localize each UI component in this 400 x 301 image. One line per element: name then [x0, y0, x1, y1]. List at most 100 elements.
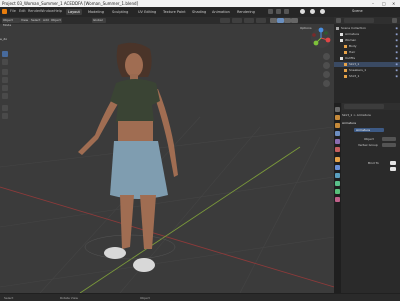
collection-icon	[340, 39, 343, 42]
armature-name-field[interactable]: Armature	[354, 128, 384, 132]
outliner-row-label: Skirt_1	[349, 62, 360, 66]
outliner-row-label: Armature	[345, 32, 360, 36]
tab-uv-editing[interactable]: UV Editing	[136, 9, 158, 15]
visibility-eye-icon[interactable]: ◉	[395, 32, 398, 37]
tab-modeling[interactable]: Modeling	[86, 9, 106, 15]
visibility-eye-icon[interactable]: ◉	[395, 26, 398, 31]
prop-object-label: Object	[364, 137, 374, 141]
outliner-row-label: Hair	[349, 50, 356, 54]
status-middle-hint: Rotate View	[60, 295, 78, 300]
tab-sculpting[interactable]: Sculpting	[110, 9, 130, 15]
world-props-icon[interactable]	[335, 147, 340, 152]
outliner-row[interactable]: Body ◉	[334, 44, 400, 49]
prop-bind-to-label: Bind To	[368, 161, 379, 165]
output-props-icon[interactable]	[335, 123, 340, 128]
collection-icon	[336, 27, 339, 30]
render-icon[interactable]	[310, 9, 315, 14]
visibility-eye-icon[interactable]: ◉	[395, 56, 398, 61]
visibility-eye-icon[interactable]: ◉	[395, 50, 398, 55]
menu-render[interactable]: Render	[28, 9, 40, 13]
outliner-row-label: Woman	[345, 38, 357, 42]
filter-icon[interactable]	[392, 18, 397, 23]
object-props-icon[interactable]	[335, 157, 340, 162]
3d-viewport[interactable]: Object Mode View Select Add Object Globa…	[0, 17, 334, 293]
collection-icon	[344, 45, 347, 48]
outliner-row[interactable]: Armature ◉	[334, 32, 400, 37]
tab-rendering[interactable]: Rendering	[235, 9, 257, 15]
properties-header	[342, 103, 400, 110]
data-props-icon[interactable]	[335, 189, 340, 194]
menu-help[interactable]: Help	[54, 9, 62, 13]
prop-vertex-group-label: Vertex Group	[358, 143, 378, 147]
outliner-search-input[interactable]	[344, 18, 374, 23]
visibility-eye-icon[interactable]: ◉	[395, 62, 398, 67]
armature-name-text: Armature	[356, 128, 371, 132]
properties-breadcrumb: Skirt_1 > Armature	[342, 113, 371, 117]
collection-icon	[344, 75, 347, 78]
minimize-button[interactable]: –	[372, 1, 374, 6]
maximize-button[interactable]: □	[382, 1, 386, 6]
outliner-row[interactable]: Woman ◉	[334, 38, 400, 43]
tool-props-icon[interactable]	[335, 107, 340, 112]
collection-icon	[344, 51, 347, 54]
outliner-display-icon[interactable]	[336, 18, 341, 23]
blender-logo-icon[interactable]	[2, 9, 7, 14]
properties-panel: Skirt_1 > Armature Armature Armature Obj…	[334, 103, 400, 293]
scene-canvas	[0, 42, 334, 293]
outliner-header	[334, 17, 400, 24]
outliner-row[interactable]: Scene Collection ◉	[334, 26, 400, 31]
menu-bar: File Edit Render Window Help Layout Mode…	[0, 7, 400, 17]
visibility-eye-icon[interactable]: ◉	[395, 68, 398, 73]
collection-icon	[340, 57, 343, 60]
workspace-add-icon[interactable]	[268, 9, 273, 14]
bind-to-checkbox[interactable]	[390, 161, 396, 165]
material-props-icon[interactable]	[335, 197, 340, 202]
tab-texture-paint[interactable]: Texture Paint	[161, 9, 188, 15]
collection-icon	[340, 33, 343, 36]
render-props-icon[interactable]	[335, 115, 340, 120]
collection-icon	[344, 63, 347, 66]
outliner-row[interactable]: Sneakers_1 ◉	[334, 68, 400, 73]
physics-props-icon[interactable]	[335, 173, 340, 178]
workspace-menu-icon[interactable]	[276, 9, 281, 14]
menu-window[interactable]: Window	[40, 9, 54, 13]
scene-selector[interactable]: Scene	[352, 9, 363, 13]
outliner-row[interactable]: Shirt_1 ◉	[334, 74, 400, 79]
view-layer-icon[interactable]	[300, 9, 305, 14]
properties-tab-bar	[334, 103, 341, 293]
collection-icon	[344, 69, 347, 72]
outliner-row[interactable]: Skirt_1 ◉	[334, 62, 400, 67]
status-left-hint: Select	[4, 295, 14, 300]
prop-object-field[interactable]	[382, 137, 396, 141]
outliner-row[interactable]: Outfits ◉	[334, 56, 400, 61]
bind-to-checkbox-2[interactable]	[390, 167, 396, 171]
outliner-row-label: Body	[349, 44, 357, 48]
outliner-panel: Scene Collection ◉ Armature ◉ Woman ◉ Body ◉ Hai…	[334, 17, 400, 103]
outliner-row-label: Scene Collection	[341, 26, 366, 30]
window-title: Project 03_Woman_Summer_1 ACEDDFA [Woman…	[2, 1, 139, 6]
outliner-row-label: Outfits	[345, 56, 356, 60]
visibility-eye-icon[interactable]: ◉	[395, 74, 398, 79]
tab-animation[interactable]: Animation	[210, 9, 232, 15]
close-button[interactable]: ✕	[392, 1, 395, 6]
constraint-props-icon[interactable]	[335, 181, 340, 186]
prop-vertex-group-field[interactable]	[382, 143, 396, 147]
window-title-bar: Project 03_Woman_Summer_1 ACEDDFA [Woman…	[0, 0, 400, 7]
outliner-row[interactable]: Hair ◉	[334, 50, 400, 55]
properties-search-input[interactable]	[344, 104, 384, 109]
modifier-props-icon[interactable]	[335, 165, 340, 170]
menu-file[interactable]: File	[10, 9, 16, 13]
outliner-row-label: Shirt_1	[349, 74, 360, 78]
visibility-eye-icon[interactable]: ◉	[395, 44, 398, 49]
menu-edit[interactable]: Edit	[19, 9, 26, 13]
tab-layout[interactable]: Layout	[66, 9, 82, 15]
scene-icon[interactable]	[284, 9, 289, 14]
tab-shading[interactable]: Shading	[190, 9, 208, 15]
compositor-icon[interactable]	[320, 9, 325, 14]
outliner-row-label: Sneakers_1	[349, 68, 367, 72]
visibility-eye-icon[interactable]: ◉	[395, 38, 398, 43]
modifier-section-title: Armature	[342, 121, 357, 125]
status-right-hint: Object	[140, 295, 150, 300]
scene-props-icon[interactable]	[335, 139, 340, 144]
view-layer-props-icon[interactable]	[335, 131, 340, 136]
